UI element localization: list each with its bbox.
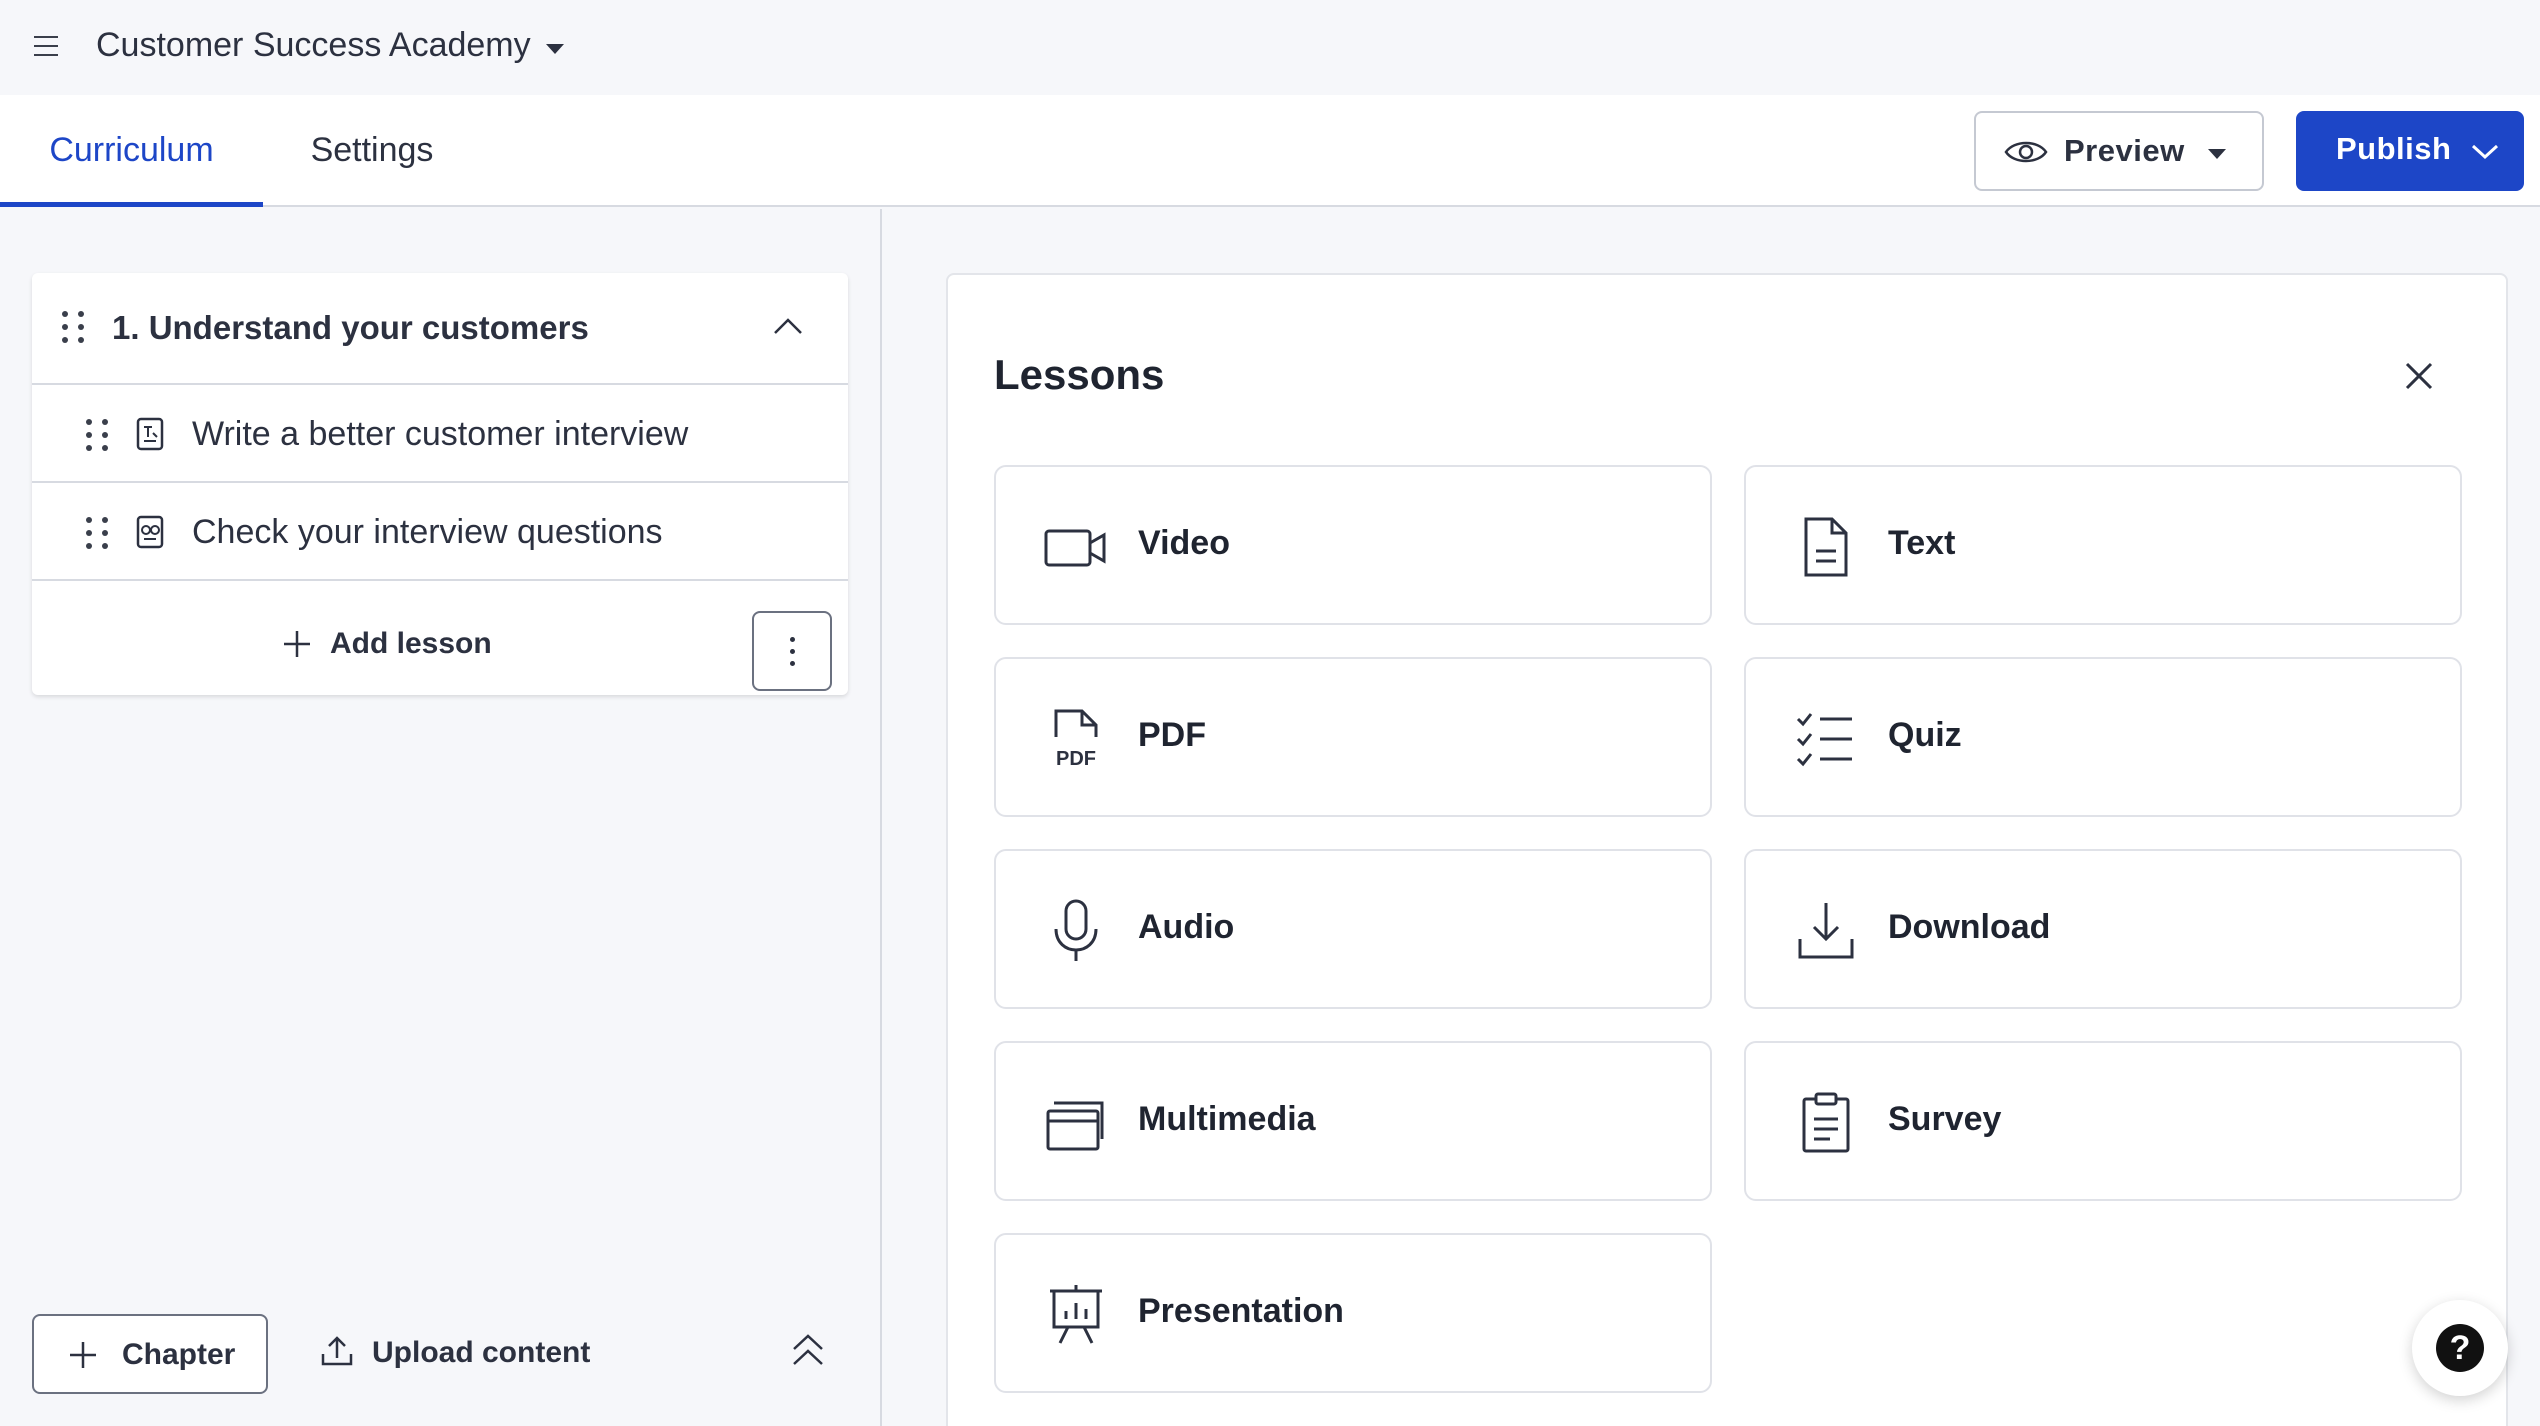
lesson-type-presentation[interactable]: Presentation xyxy=(994,1233,1712,1393)
text-lesson-icon xyxy=(136,417,164,451)
clipboard-icon xyxy=(1802,1092,1850,1153)
lesson-type-download[interactable]: Download xyxy=(1744,849,2462,1009)
collapse-all-icon[interactable] xyxy=(790,1333,826,1367)
checklist-icon xyxy=(1796,713,1852,767)
upload-content-button[interactable]: Upload content xyxy=(320,1314,620,1394)
drag-handle-icon[interactable] xyxy=(86,419,110,451)
preview-button[interactable]: Preview xyxy=(1974,111,2264,191)
drag-handle-icon[interactable] xyxy=(62,311,86,343)
upload-content-label: Upload content xyxy=(372,1336,591,1369)
tab-settings[interactable]: Settings xyxy=(290,95,454,205)
help-button[interactable]: ? xyxy=(2412,1300,2508,1396)
microphone-icon xyxy=(1054,899,1098,961)
preview-label: Preview xyxy=(2064,133,2185,168)
quiz-lesson-icon xyxy=(136,515,164,549)
chapter-title: 1. Understand your customers xyxy=(112,309,589,346)
top-bar: Customer Success Academy xyxy=(0,0,2540,95)
lesson-type-label: PDF xyxy=(1138,716,1206,754)
lessons-panel-title: Lessons xyxy=(994,351,1165,398)
lesson-title: Write a better customer interview xyxy=(192,415,689,453)
app-title[interactable]: Customer Success Academy xyxy=(96,26,531,65)
add-chapter-button[interactable]: Chapter xyxy=(32,1314,268,1394)
hamburger-icon[interactable] xyxy=(34,36,60,58)
caret-down-icon[interactable] xyxy=(546,44,564,54)
lessons-panel: Lessons Video Text PDF PDF Quiz Audio Do… xyxy=(946,273,2508,1426)
add-chapter-label: Chapter xyxy=(122,1338,236,1371)
lesson-type-label: Download xyxy=(1888,908,2051,946)
svg-text:PDF: PDF xyxy=(1056,748,1096,770)
lesson-type-label: Audio xyxy=(1138,908,1235,946)
help-icon: ? xyxy=(2436,1324,2484,1372)
pdf-icon: PDF xyxy=(1054,709,1098,770)
add-lesson-label: Add lesson xyxy=(330,627,492,660)
video-icon xyxy=(1044,529,1106,567)
lesson-type-text[interactable]: Text xyxy=(1744,465,2462,625)
lesson-title: Check your interview questions xyxy=(192,513,663,551)
document-icon xyxy=(1804,517,1848,577)
more-options-icon[interactable] xyxy=(752,611,832,691)
download-icon xyxy=(1798,903,1854,959)
presentation-icon xyxy=(1050,1285,1102,1344)
eye-icon xyxy=(2004,141,2048,163)
tab-curriculum[interactable]: Curriculum xyxy=(0,95,263,207)
lesson-type-label: Presentation xyxy=(1138,1292,1344,1330)
caret-down-icon xyxy=(2208,149,2226,159)
lesson-type-video[interactable]: Video xyxy=(994,465,1712,625)
drag-handle-icon[interactable] xyxy=(86,517,110,549)
publish-label: Publish xyxy=(2336,131,2452,166)
publish-button[interactable]: Publish xyxy=(2296,111,2524,191)
upload-icon xyxy=(321,1336,353,1366)
chapter-header[interactable]: 1. Understand your customers xyxy=(32,273,848,385)
lesson-type-multimedia[interactable]: Multimedia xyxy=(994,1041,1712,1201)
lesson-type-label: Video xyxy=(1138,524,1230,562)
lesson-type-label: Multimedia xyxy=(1138,1100,1316,1138)
chevron-down-icon xyxy=(2471,144,2499,160)
close-icon[interactable] xyxy=(2404,361,2434,391)
add-lesson-button[interactable]: Add lesson xyxy=(282,627,492,661)
chapter-card: 1. Understand your customers Write a bet… xyxy=(32,273,848,695)
lesson-type-label: Quiz xyxy=(1888,716,1962,754)
lesson-type-survey[interactable]: Survey xyxy=(1744,1041,2462,1201)
lesson-row[interactable]: Check your interview questions xyxy=(32,483,848,581)
lesson-type-label: Text xyxy=(1888,524,1956,562)
plus-icon xyxy=(284,631,310,657)
lesson-type-audio[interactable]: Audio xyxy=(994,849,1712,1009)
chevron-up-icon[interactable] xyxy=(772,315,804,337)
multimedia-icon xyxy=(1046,1101,1104,1151)
curriculum-panel: 1. Understand your customers Write a bet… xyxy=(0,209,882,1426)
lesson-type-label: Survey xyxy=(1888,1100,2002,1138)
lesson-type-quiz[interactable]: Quiz xyxy=(1744,657,2462,817)
lesson-type-pdf[interactable]: PDF PDF xyxy=(994,657,1712,817)
lesson-row[interactable]: Write a better customer interview xyxy=(32,385,848,483)
add-lesson-row: Add lesson xyxy=(32,595,848,695)
plus-icon xyxy=(70,1342,96,1368)
